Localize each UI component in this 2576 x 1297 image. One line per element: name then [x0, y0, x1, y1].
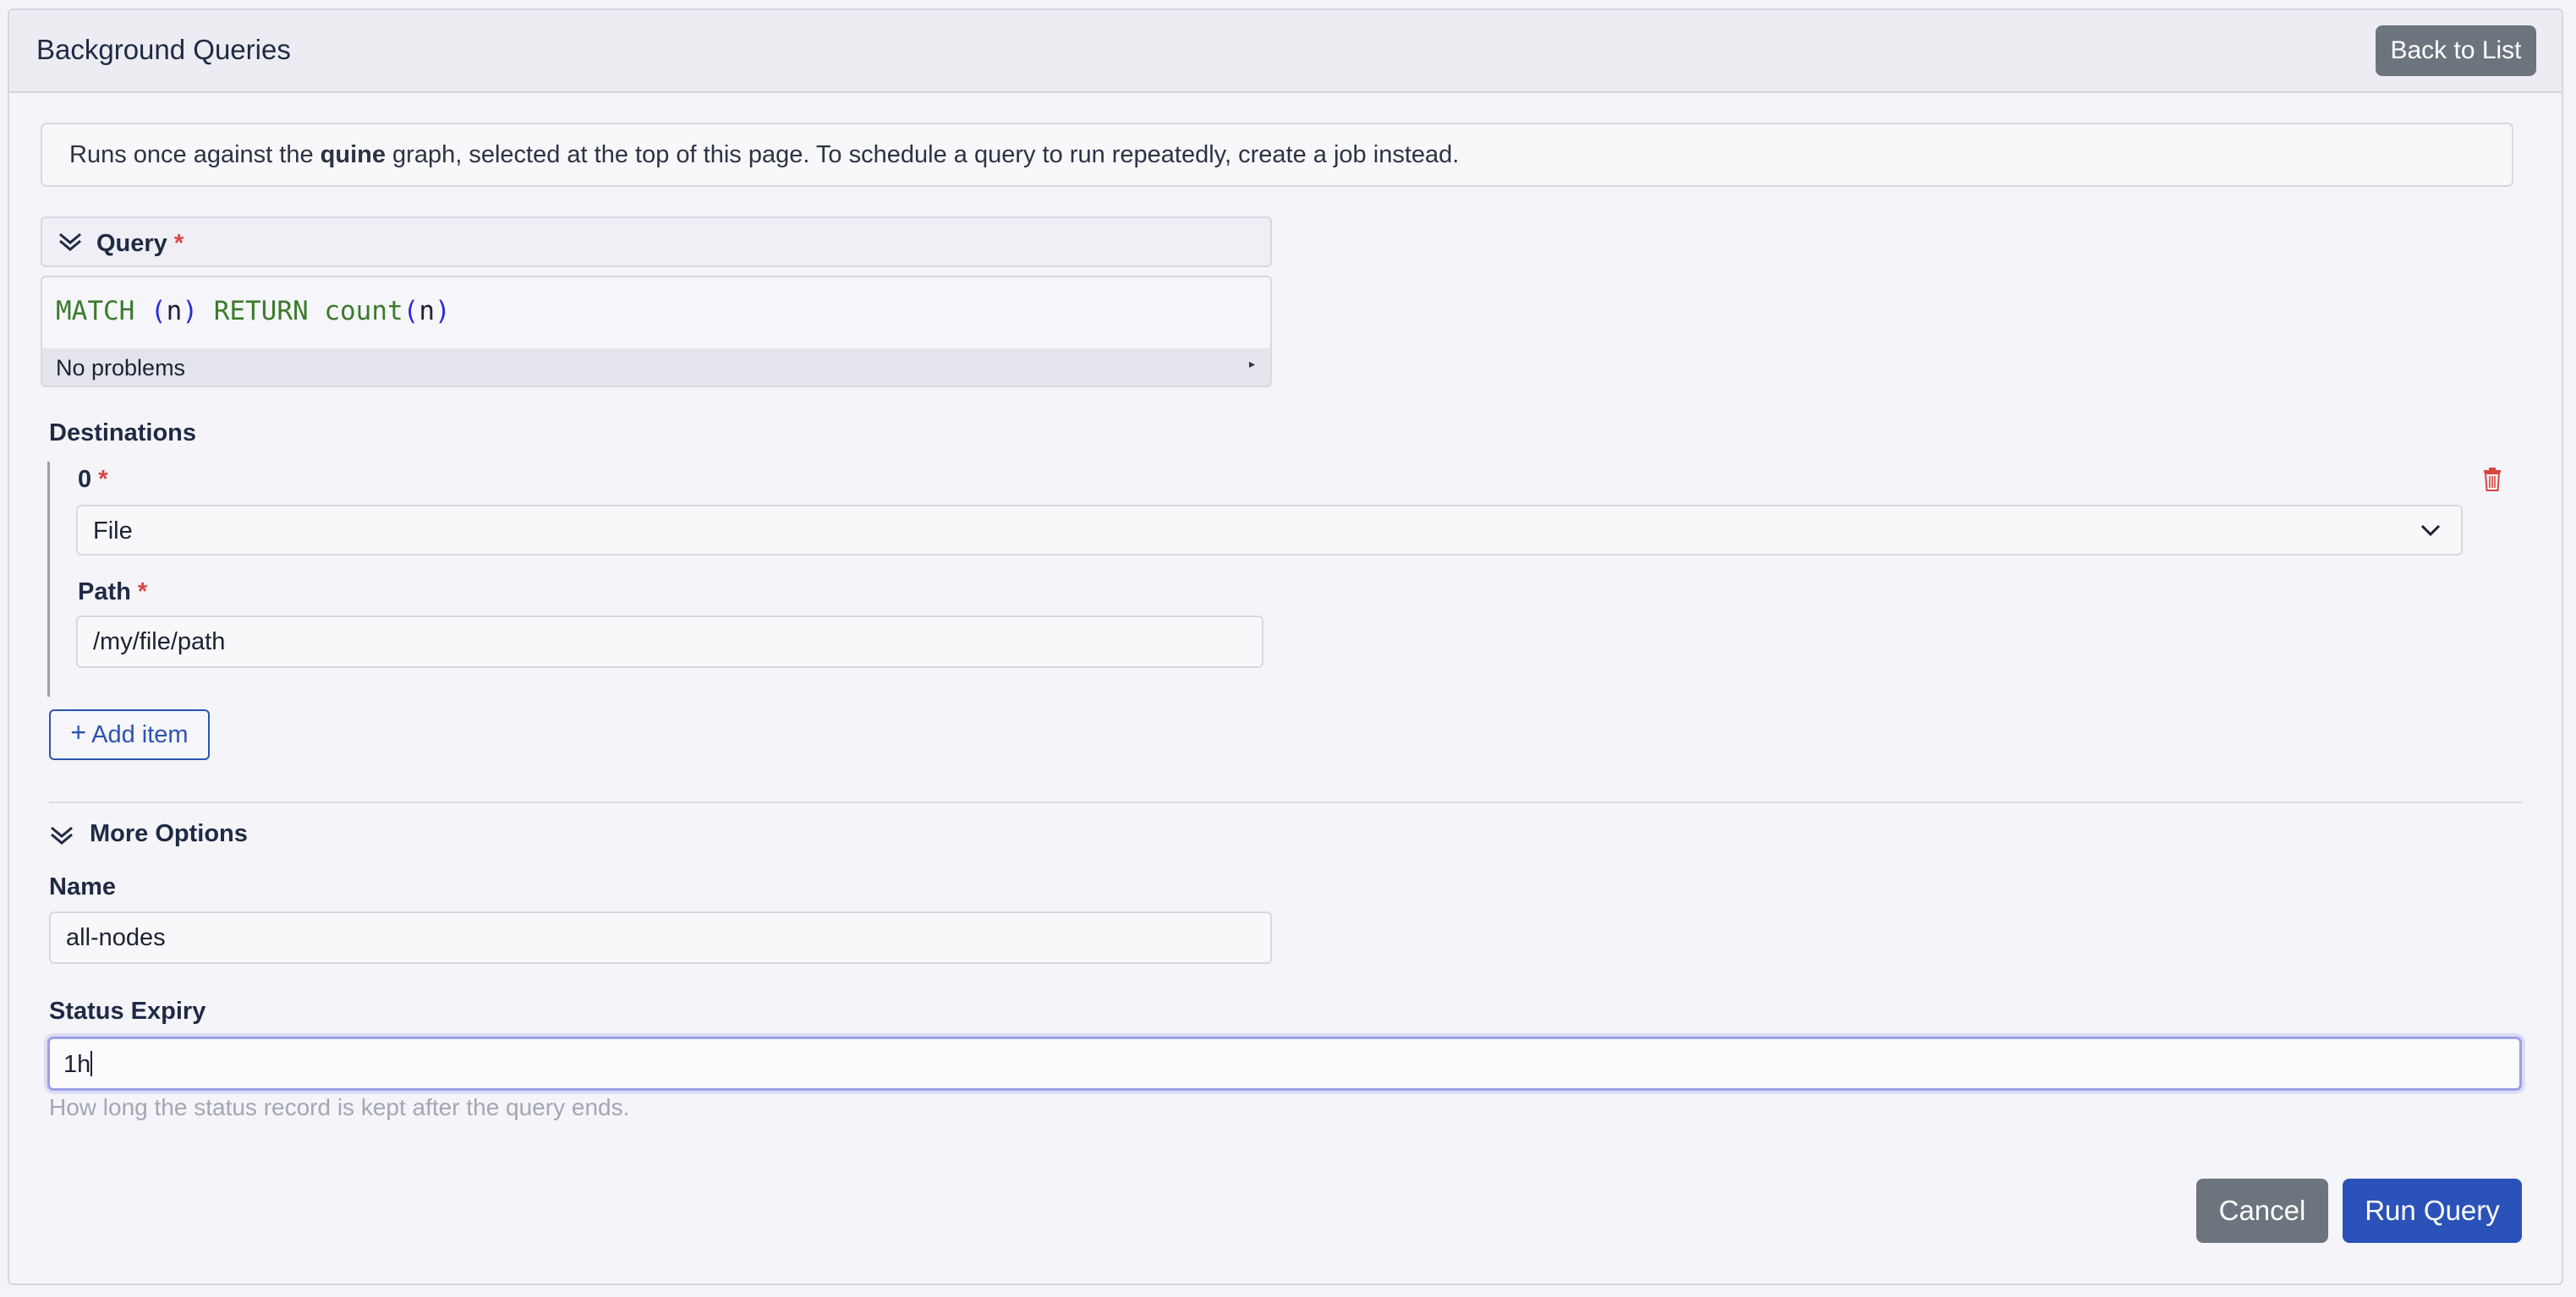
section-divider	[49, 802, 2522, 803]
destination-item-bar	[47, 462, 50, 697]
required-mark: *	[173, 230, 184, 257]
destination-type-value: File	[93, 517, 133, 545]
query-label: Query *	[96, 230, 184, 258]
back-to-list-button[interactable]: Back to List	[2376, 25, 2536, 76]
info-banner: Runs once against the quine graph, selec…	[41, 123, 2513, 187]
status-expiry-help: How long the status record is kept after…	[49, 1094, 630, 1120]
expand-arrow-icon[interactable]: ▸	[1249, 357, 1255, 371]
code-paren: )	[435, 296, 451, 326]
chevron-double-down-icon[interactable]	[49, 824, 74, 847]
run-query-button[interactable]: Run Query	[2343, 1179, 2522, 1243]
path-label-text: Path	[78, 578, 131, 605]
more-options-toggle[interactable]: More Options	[90, 820, 248, 848]
plus-icon: +	[70, 717, 87, 747]
required-mark: *	[137, 578, 148, 605]
graph-name: quine	[320, 140, 386, 168]
required-mark: *	[98, 466, 108, 493]
name-value: all-nodes	[66, 924, 166, 951]
code-paren: (	[403, 296, 419, 326]
code-paren: (	[151, 296, 167, 326]
code-function: count	[324, 296, 403, 326]
chevron-double-down-icon[interactable]	[58, 230, 83, 254]
text-caret	[90, 1051, 93, 1076]
status-expiry-input[interactable]: 1h	[47, 1037, 2522, 1091]
destination-index-label: 0 *	[78, 466, 108, 494]
add-item-label: Add item	[91, 720, 189, 748]
code-keyword: RETURN	[213, 296, 309, 326]
code-keyword: MATCH	[56, 296, 135, 326]
query-section-header[interactable]: Query *	[41, 216, 1272, 267]
status-expiry-text: 1h	[63, 1051, 91, 1078]
add-item-button[interactable]: + Add item	[49, 709, 210, 760]
status-expiry-value: 1h	[63, 1051, 93, 1079]
page-title: Background Queries	[36, 34, 291, 65]
panel-header: Background Queries Back to List	[9, 10, 2562, 93]
chevron-down-icon	[2420, 524, 2441, 537]
cancel-button[interactable]: Cancel	[2196, 1179, 2328, 1243]
query-label-text: Query	[96, 230, 167, 257]
destination-type-select[interactable]: File	[76, 505, 2463, 555]
code-paren: )	[182, 296, 199, 326]
name-label: Name	[49, 873, 116, 900]
code-variable: n	[419, 296, 436, 326]
trash-icon[interactable]	[2483, 468, 2502, 491]
path-label: Path *	[78, 578, 147, 606]
info-suffix: graph, selected at the top of this page.…	[386, 140, 1460, 168]
code-variable: n	[166, 296, 183, 326]
path-value: /my/file/path	[93, 628, 226, 655]
name-input[interactable]: all-nodes	[49, 911, 1272, 964]
query-code[interactable]: MATCH (n) RETURN count(n)	[56, 296, 451, 326]
destinations-label: Destinations	[49, 419, 197, 446]
query-editor[interactable]: MATCH (n) RETURN count(n) No problems ▸	[41, 276, 1272, 387]
editor-status-bar[interactable]: No problems ▸	[42, 348, 1270, 386]
editor-status-text: No problems	[56, 355, 186, 380]
destination-index: 0	[78, 466, 92, 493]
status-expiry-label: Status Expiry	[49, 998, 206, 1025]
info-prefix: Runs once against the	[69, 140, 321, 168]
path-input[interactable]: /my/file/path	[76, 616, 1263, 668]
